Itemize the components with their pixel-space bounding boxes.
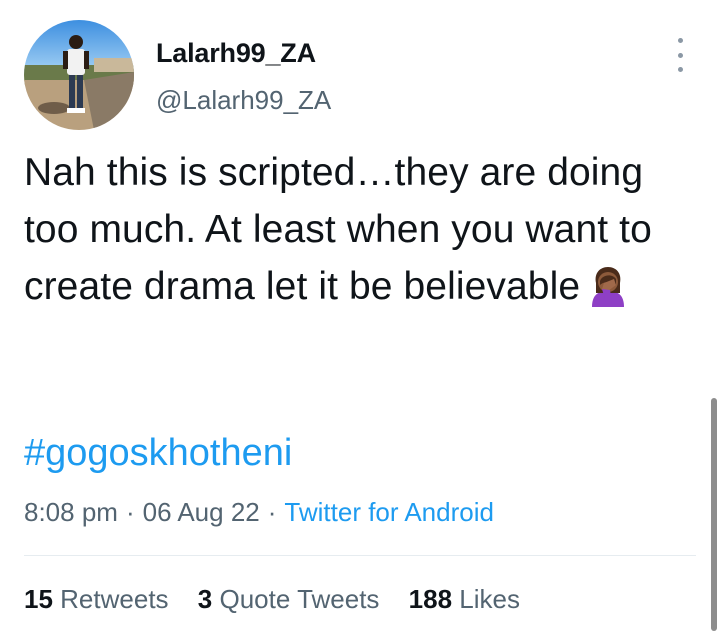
likes-count: 188 [408,584,453,614]
tweet-meta: 8:08 pm · 06 Aug 22 · Twitter for Android [24,497,494,528]
tweet-time[interactable]: 8:08 pm [24,497,118,527]
retweets-label: Retweets [60,584,169,614]
meta-separator: · [125,497,135,527]
tweet-stats: 15 Retweets 3 Quote Tweets 188 Likes [24,584,542,615]
woman-facepalming-icon [586,263,630,323]
meta-separator: · [267,497,277,527]
more-options-icon[interactable] [672,38,688,72]
retweets-count: 15 [24,584,53,614]
tweet-body: Nah this is scripted…they are doing too … [24,151,652,308]
retweets-stat[interactable]: 15 Retweets [24,584,169,614]
quote-tweets-stat[interactable]: 3 Quote Tweets [198,584,380,614]
quote-tweets-count: 3 [197,584,213,614]
tweet-source-link[interactable]: Twitter for Android [284,497,494,527]
divider [24,555,696,556]
scrollbar[interactable] [711,398,717,631]
hashtag-link[interactable]: #gogoskhotheni [24,432,292,475]
tweet-text: Nah this is scripted…they are doing too … [24,144,704,323]
tweet-date[interactable]: 06 Aug 22 [143,497,260,527]
likes-stat[interactable]: 188 Likes [409,584,520,614]
display-name[interactable]: Lalarh99_ZA [156,38,316,69]
quote-tweets-label: Quote Tweets [219,584,380,614]
likes-label: Likes [459,584,520,614]
avatar-photo [24,20,134,130]
avatar[interactable] [24,20,134,130]
user-handle[interactable]: @Lalarh99_ZA [156,85,331,116]
